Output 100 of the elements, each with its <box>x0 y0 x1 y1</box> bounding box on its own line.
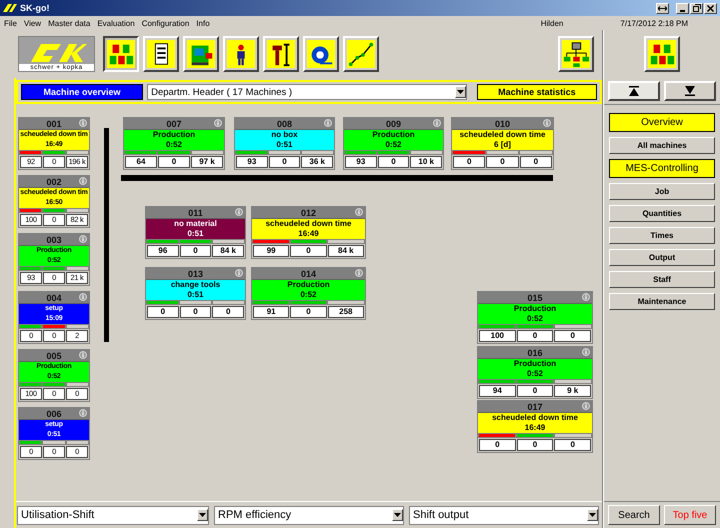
chart-select[interactable]: Shift output <box>409 506 599 524</box>
nav-button[interactable]: Job <box>609 183 715 200</box>
close-button[interactable] <box>704 2 717 14</box>
value-cell: 100 <box>479 330 516 342</box>
info-icon[interactable] <box>355 208 363 216</box>
status-text: change tools <box>170 280 220 290</box>
info-icon[interactable] <box>79 119 87 127</box>
nav-button[interactable]: Maintenance <box>609 293 715 310</box>
scroll-bottom-button[interactable] <box>664 81 716 101</box>
menu-item[interactable]: View <box>24 18 42 28</box>
nav-button[interactable]: Quantities <box>609 205 715 222</box>
tape-button[interactable] <box>303 36 339 72</box>
app-logo-icon <box>3 4 17 12</box>
info-icon[interactable] <box>582 402 590 410</box>
view-tab[interactable]: Machine statistics <box>476 84 597 100</box>
nav-button[interactable]: Times <box>609 227 715 244</box>
section-button[interactable]: Overview <box>609 113 715 132</box>
machine-tile[interactable]: 011 no material 0:51 96 0 84 k <box>145 206 246 259</box>
info-icon[interactable] <box>355 269 363 277</box>
status-text: Production <box>152 130 196 140</box>
info-icon[interactable] <box>235 269 243 277</box>
info-icon[interactable] <box>79 177 87 185</box>
machine-number: 012 <box>300 208 316 218</box>
machine-number: 011 <box>188 208 203 218</box>
status-time: 0:52 <box>300 290 316 300</box>
document-button[interactable] <box>143 36 179 72</box>
value-cell: 84 k <box>328 245 364 257</box>
action-button[interactable]: Search <box>608 505 660 525</box>
status-text: scheudeled down time <box>460 130 546 140</box>
machine-tile[interactable]: 008 no box 0:51 93 0 36 k <box>234 117 335 170</box>
machine-tile[interactable]: 009 Production 0:52 93 0 10 k <box>343 117 444 170</box>
value-cell: 94 <box>479 385 516 397</box>
machine-tile[interactable]: 013 change tools 0:51 0 0 0 <box>145 267 246 320</box>
chart-select[interactable]: Utilisation-Shift <box>17 506 209 524</box>
bottom-arrow-icon <box>685 86 695 96</box>
tools-button[interactable] <box>263 36 299 72</box>
nav-button[interactable]: Staff <box>609 271 715 288</box>
value-cell: 0 <box>554 439 592 451</box>
value-cell: 258 <box>328 306 364 318</box>
value-cell: 97 k <box>191 156 223 168</box>
machine-tile[interactable]: 007 Production 0:52 64 0 97 k <box>123 117 225 170</box>
status-time: 16:49 <box>524 423 546 433</box>
value-cell: 0 <box>486 156 519 168</box>
info-icon[interactable] <box>214 119 222 127</box>
department-dropdown[interactable]: Departm. Header ( 17 Machines ) <box>147 84 467 100</box>
network-button[interactable] <box>558 36 594 72</box>
value-cell: 0 <box>147 306 179 318</box>
resize-button[interactable] <box>656 2 669 14</box>
status-time: 0:51 <box>187 290 204 300</box>
machines-button[interactable] <box>103 36 139 72</box>
chart-line-button[interactable] <box>343 36 379 72</box>
menu-item[interactable]: Master data <box>48 18 90 28</box>
status-text: no box <box>271 130 298 140</box>
machine-tile[interactable]: 016 Production 0:52 94 0 9 k <box>477 346 593 399</box>
value-cell: 0 <box>268 156 300 168</box>
info-icon[interactable] <box>324 119 332 127</box>
machine-tile[interactable]: 014 Production 0:52 91 0 258 <box>251 267 366 320</box>
machine-number: 006 <box>46 408 62 418</box>
info-icon[interactable] <box>79 409 87 417</box>
info-icon[interactable] <box>235 208 243 216</box>
value-cell: 84 k <box>212 245 244 257</box>
menu-item[interactable]: Info <box>196 18 210 28</box>
machine-number: 007 <box>166 118 182 128</box>
value-cell: 93 <box>345 156 377 168</box>
menu-item[interactable]: Configuration <box>142 18 190 28</box>
chart-select[interactable]: RPM efficiency <box>214 506 404 524</box>
machine-number: 010 <box>494 118 510 128</box>
info-icon[interactable] <box>543 119 551 127</box>
machine-tile[interactable]: 017 scheudeled down time 16:49 0 0 0 <box>477 400 593 453</box>
machine-tile[interactable]: 015 Production 0:52 100 0 0 <box>477 291 593 344</box>
machine-tile[interactable]: 012 scheudeled down time 16:49 99 0 84 k <box>251 206 366 259</box>
status-time: 0:52 <box>526 314 543 324</box>
machine-button[interactable] <box>183 36 219 72</box>
info-icon[interactable] <box>582 348 590 356</box>
machine-tile[interactable]: 010 scheudeled down time 6 [d] 0 0 0 <box>451 117 554 170</box>
menu-item[interactable]: File <box>4 18 17 28</box>
value-cell: 9 k <box>554 385 592 397</box>
top-arrow-icon <box>629 86 639 96</box>
info-icon[interactable] <box>79 351 87 359</box>
minimize-button[interactable] <box>676 2 689 14</box>
value-cell: 91 <box>253 306 290 318</box>
nav-button[interactable]: All machines <box>609 137 715 154</box>
value-cell: 10 k <box>410 156 442 168</box>
info-icon[interactable] <box>433 119 441 127</box>
worker-button[interactable] <box>223 36 259 72</box>
status-time: 6 [d] <box>494 140 511 150</box>
status-text: Production <box>287 280 330 290</box>
view-tab[interactable]: Machine overview <box>21 84 144 100</box>
restore-button[interactable] <box>690 2 703 14</box>
section-button[interactable]: MES-Controlling <box>609 159 715 178</box>
value-cell: 0 <box>453 156 486 168</box>
menu-item[interactable]: Evaluation <box>97 18 135 28</box>
status-time: 0:51 <box>276 140 292 150</box>
info-icon[interactable] <box>79 235 87 243</box>
machine-number: 005 <box>46 350 62 360</box>
scroll-top-button[interactable] <box>608 81 660 101</box>
info-icon[interactable] <box>79 293 87 301</box>
nav-button[interactable]: Output <box>609 249 715 266</box>
resize-icon <box>658 6 667 10</box>
info-icon[interactable] <box>582 293 590 301</box>
